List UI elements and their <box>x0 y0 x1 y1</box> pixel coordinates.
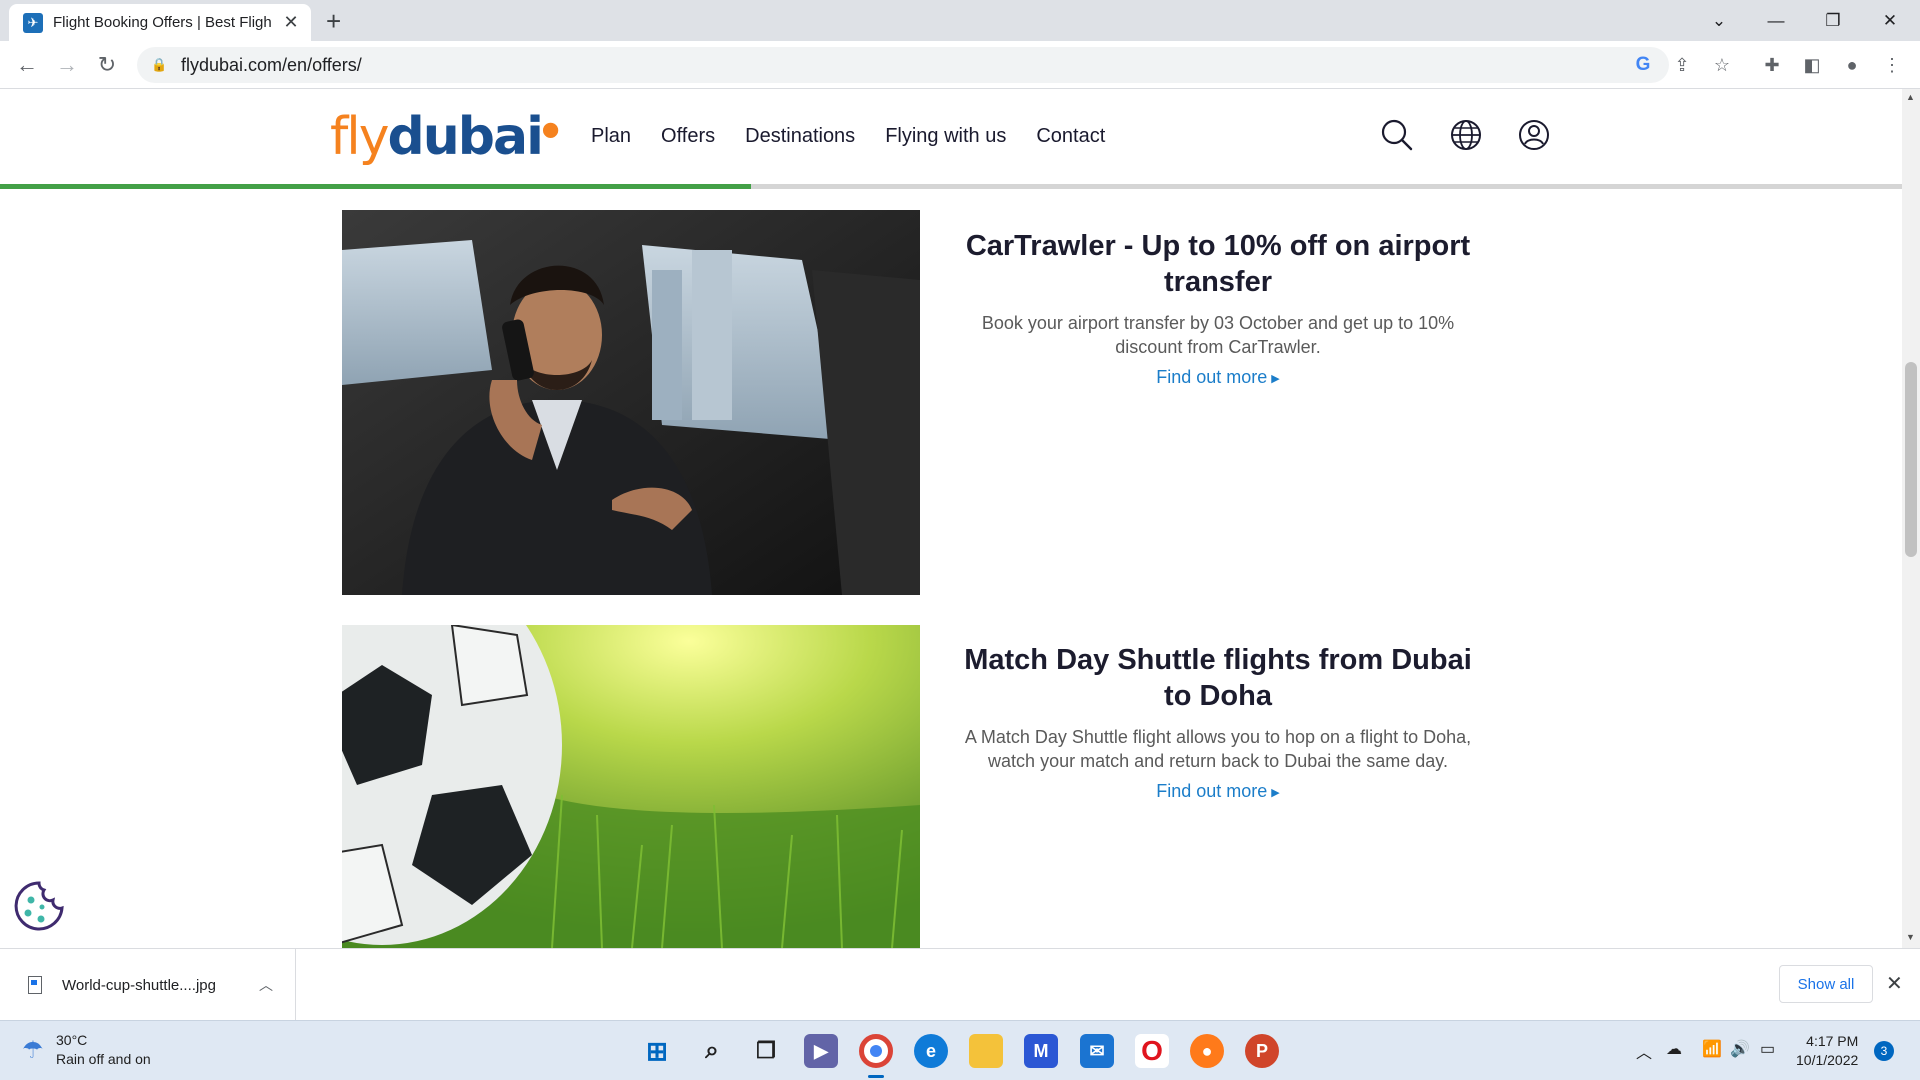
vertical-scrollbar[interactable]: ▲ ▼ <box>1902 89 1920 948</box>
caret-right-icon: ▶ <box>1271 786 1280 799</box>
clock-date: 10/1/2022 <box>1796 1052 1859 1068</box>
offer-image-car[interactable] <box>342 210 920 595</box>
offer-description: Book your airport transfer by 03 October… <box>981 313 1455 357</box>
site-header: flydubai● Plan Offers Destinations Flyin… <box>0 89 1902 185</box>
link-label: Find out more <box>1156 367 1268 387</box>
edge-icon[interactable]: e <box>914 1034 948 1068</box>
weather-desc: Rain off and on <box>56 1051 151 1067</box>
profile-avatar-icon[interactable]: ● <box>1836 49 1868 81</box>
mail-icon[interactable]: ✉ <box>1080 1034 1114 1068</box>
share-icon[interactable]: ⇪ <box>1666 49 1698 81</box>
tab-title: Flight Booking Offers | Best Fligh <box>53 14 272 31</box>
side-panel-icon[interactable]: ◧ <box>1796 49 1828 81</box>
download-bar-close-icon[interactable]: ✕ <box>1886 971 1903 996</box>
forward-icon[interactable]: → <box>51 49 83 81</box>
web-page: flydubai● Plan Offers Destinations Flyin… <box>0 89 1902 948</box>
notification-badge[interactable]: 3 <box>1874 1041 1894 1061</box>
scroll-up-icon[interactable]: ▲ <box>1906 92 1915 102</box>
wifi-icon[interactable]: 📶 <box>1702 1039 1722 1059</box>
search-icon[interactable] <box>1379 117 1415 153</box>
logo-dubai: dubai <box>387 107 544 167</box>
flydubai-logo[interactable]: flydubai● <box>330 107 560 167</box>
download-file-name: World-cup-shuttle....jpg <box>62 976 216 994</box>
browser-tab[interactable]: ✈ Flight Booking Offers | Best Fligh ✕ <box>9 4 311 41</box>
teams-chat-icon[interactable]: ▶ <box>804 1034 838 1068</box>
logo-fly: fly <box>330 107 390 167</box>
nav-contact[interactable]: Contact <box>1036 125 1105 148</box>
restore-icon[interactable]: ❐ <box>1805 0 1861 41</box>
scroll-progress-fill <box>0 184 752 189</box>
account-icon[interactable] <box>1516 117 1552 153</box>
nav-offers[interactable]: Offers <box>661 125 715 148</box>
offer-text: Match Day Shuttle flights from Dubai to … <box>953 642 1483 802</box>
clock-time: 4:17 PM <box>1806 1033 1859 1049</box>
firefox-icon[interactable]: ● <box>1190 1034 1224 1068</box>
extensions-icon[interactable]: ✚ <box>1756 49 1788 81</box>
address-bar[interactable]: 🔒 flydubai.com/en/offers/ <box>137 47 1669 83</box>
logo-dot: ● <box>541 116 560 141</box>
show-all-button[interactable]: Show all <box>1779 965 1873 1003</box>
scroll-progress-bar <box>0 184 1902 189</box>
lock-icon: 🔒 <box>151 57 168 72</box>
offer-description: A Match Day Shuttle flight allows you to… <box>964 727 1472 771</box>
browser-tab-strip: ✈ Flight Booking Offers | Best Fligh ✕ +… <box>0 0 1920 41</box>
tab-search-chevron-icon[interactable]: ⌄ <box>1691 0 1747 41</box>
download-item[interactable]: World-cup-shuttle....jpg ︿ <box>0 949 296 1021</box>
chrome-icon[interactable] <box>859 1034 893 1068</box>
volume-icon[interactable]: 🔊 <box>1730 1039 1750 1059</box>
reload-icon[interactable]: ↻ <box>91 49 123 81</box>
chevron-up-icon[interactable]: ︿ <box>259 975 273 995</box>
offer-title: CarTrawler - Up to 10% off on airport tr… <box>965 230 1471 298</box>
app-m-icon[interactable]: M <box>1024 1034 1058 1068</box>
bookmark-star-icon[interactable]: ☆ <box>1706 49 1738 81</box>
menu-kebab-icon[interactable]: ⋮ <box>1876 49 1908 81</box>
link-label: Find out more <box>1156 781 1268 801</box>
tab-close-icon[interactable]: ✕ <box>281 12 301 33</box>
find-out-more-link[interactable]: Find out more ▶ <box>1156 367 1280 388</box>
back-icon[interactable]: ← <box>11 49 43 81</box>
tray-chevron-icon[interactable]: ︿ <box>1636 1039 1652 1063</box>
offer-title: Match Day Shuttle flights from Dubai to … <box>964 644 1472 712</box>
scroll-down-icon[interactable]: ▼ <box>1906 932 1915 942</box>
clock[interactable]: 4:17 PM 10/1/2022 <box>1796 1032 1858 1070</box>
url-text[interactable]: flydubai.com/en/offers/ <box>181 55 362 76</box>
chrome-active-indicator <box>868 1075 884 1078</box>
new-tab-icon[interactable]: + <box>326 6 341 37</box>
powerpoint-icon[interactable]: P <box>1245 1034 1279 1068</box>
cookie-settings-icon[interactable] <box>13 880 65 932</box>
offer-image-football[interactable] <box>342 625 920 948</box>
search-icon[interactable]: ⌕ <box>695 1034 729 1068</box>
nav-destinations[interactable]: Destinations <box>745 125 855 148</box>
file-explorer-icon[interactable] <box>969 1034 1003 1068</box>
nav-flying-with-us[interactable]: Flying with us <box>885 125 1006 148</box>
rain-umbrella-icon: ☂ <box>22 1036 44 1064</box>
scrollbar-thumb[interactable] <box>1905 362 1917 557</box>
caret-right-icon: ▶ <box>1271 372 1280 385</box>
download-bar: World-cup-shuttle....jpg ︿ Show all ✕ <box>0 948 1920 1021</box>
taskbar: ☂ 30°C Rain off and on ⊞ ⌕ ❐ ▶ e M ✉ O ●… <box>0 1020 1920 1080</box>
weather-widget[interactable]: ☂ 30°C Rain off and on <box>22 1031 151 1069</box>
windows-start-icon[interactable]: ⊞ <box>640 1034 674 1068</box>
window-close-icon[interactable]: ✕ <box>1862 0 1918 41</box>
offer-text: CarTrawler - Up to 10% off on airport tr… <box>953 228 1483 388</box>
nav-plan[interactable]: Plan <box>591 125 631 148</box>
minimize-icon[interactable]: — <box>1748 0 1804 41</box>
battery-icon[interactable]: ▭ <box>1760 1039 1775 1059</box>
plane-favicon-icon: ✈ <box>23 12 43 33</box>
weather-temp: 30°C <box>56 1032 88 1048</box>
opera-icon[interactable]: O <box>1135 1034 1169 1068</box>
main-nav: Plan Offers Destinations Flying with us … <box>591 125 1105 148</box>
browser-toolbar: ← → ↻ 🔒 flydubai.com/en/offers/ G ⇪ ☆ ✚ … <box>0 41 1920 89</box>
onedrive-cloud-icon[interactable]: ☁ <box>1666 1039 1682 1059</box>
image-file-icon <box>28 976 42 994</box>
task-view-icon[interactable]: ❐ <box>749 1034 783 1068</box>
globe-icon[interactable] <box>1448 117 1484 153</box>
google-icon[interactable]: G <box>1627 49 1659 81</box>
find-out-more-link[interactable]: Find out more ▶ <box>1156 781 1280 802</box>
